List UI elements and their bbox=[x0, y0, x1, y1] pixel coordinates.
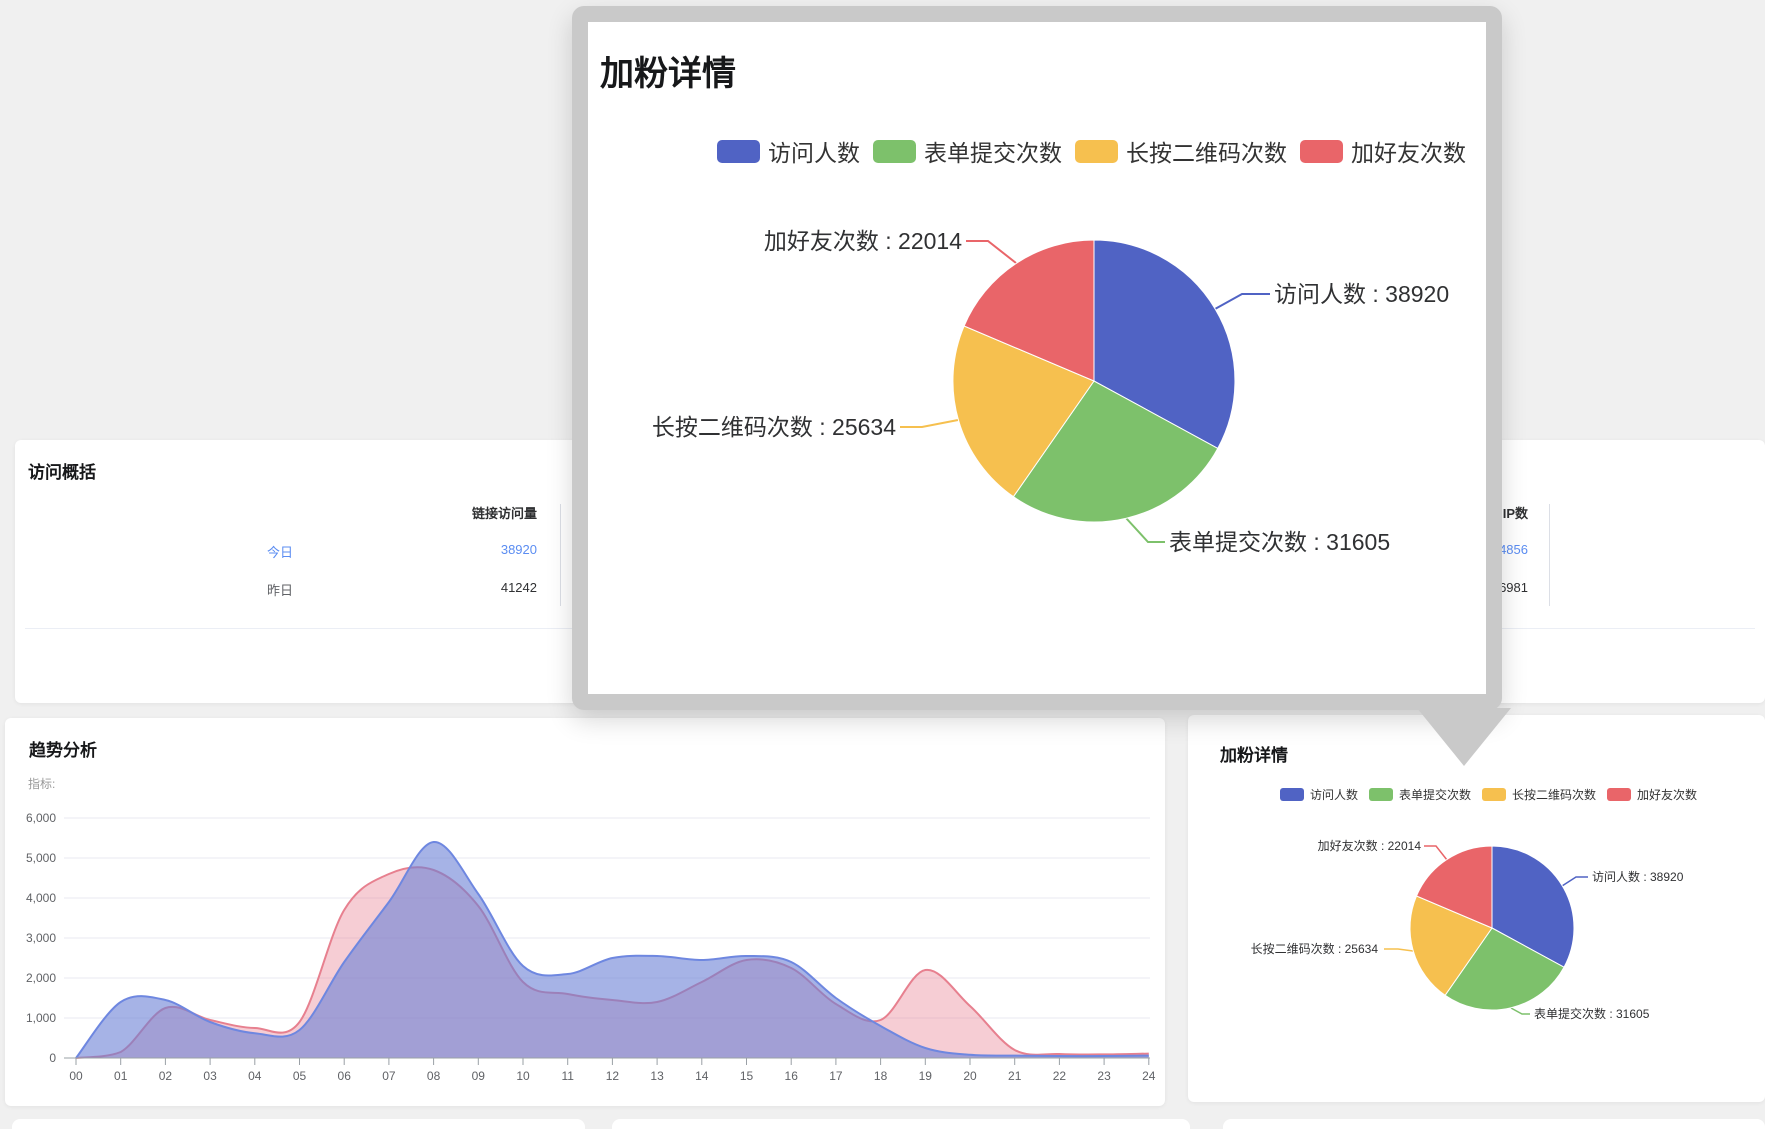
column-divider bbox=[1549, 504, 1550, 606]
y-tick-label: 5,000 bbox=[26, 851, 56, 865]
x-tick-label: 09 bbox=[472, 1069, 486, 1083]
x-tick-label: 00 bbox=[69, 1069, 83, 1083]
next-section-card bbox=[12, 1119, 585, 1129]
pie-label-connector bbox=[1511, 1008, 1530, 1014]
column-header-link-visits: 链接访问量 bbox=[337, 503, 537, 522]
mini-pie-chart bbox=[1188, 715, 1765, 1102]
x-tick-label: 01 bbox=[114, 1069, 128, 1083]
pie-label-qr-longpress: 长按二维码次数 : 25634 bbox=[1251, 941, 1378, 957]
x-tick-label: 22 bbox=[1053, 1069, 1067, 1083]
fan-details-card: 加粉详情 访问人数表单提交次数长按二维码次数加好友次数 加好友次数 : 2201… bbox=[1188, 715, 1765, 1102]
pie-label-visitors: 访问人数 : 38920 bbox=[1592, 869, 1683, 885]
next-section-card bbox=[1223, 1119, 1765, 1129]
x-tick-label: 12 bbox=[606, 1069, 620, 1083]
pie-label-connector bbox=[1384, 949, 1413, 951]
x-tick-label: 11 bbox=[561, 1069, 574, 1083]
x-tick-label: 23 bbox=[1097, 1069, 1111, 1083]
x-tick-label: 06 bbox=[338, 1069, 352, 1083]
pie-label-qr-longpress: 长按二维码次数 : 25634 bbox=[652, 413, 896, 441]
x-tick-label: 17 bbox=[829, 1069, 843, 1083]
x-tick-label: 13 bbox=[650, 1069, 664, 1083]
today-link-visits-value[interactable]: 38920 bbox=[337, 542, 537, 557]
popup-pie-chart bbox=[588, 22, 1486, 694]
x-tick-label: 04 bbox=[248, 1069, 262, 1083]
row-label-yesterday[interactable]: 昨日 bbox=[230, 580, 330, 599]
x-tick-label: 02 bbox=[159, 1069, 173, 1083]
x-tick-label: 07 bbox=[382, 1069, 396, 1083]
pie-label-connector bbox=[900, 420, 958, 427]
x-tick-label: 16 bbox=[785, 1069, 799, 1083]
visit-summary-title: 访问概括 bbox=[28, 458, 96, 483]
trend-area-chart: 00 01 02 03 04 05 06 07 08 09 10 11 12 13 14 15 16 17 18 19… bbox=[0, 718, 1165, 1108]
pie-label-form-submits: 表单提交次数 : 31605 bbox=[1169, 528, 1390, 556]
y-tick-label: 0 bbox=[49, 1051, 56, 1065]
y-tick-label: 2,000 bbox=[26, 971, 56, 985]
y-tick-label: 4,000 bbox=[26, 891, 56, 905]
y-tick-label: 1,000 bbox=[26, 1011, 56, 1025]
pie-label-visitors: 访问人数 : 38920 bbox=[1274, 280, 1449, 308]
yesterday-link-visits-value: 41242 bbox=[337, 580, 537, 595]
x-tick-label: 15 bbox=[740, 1069, 754, 1083]
pie-label-friend-adds: 加好友次数 : 22014 bbox=[764, 227, 962, 255]
pie-label-connector bbox=[1562, 877, 1588, 886]
x-tick-label: 08 bbox=[427, 1069, 441, 1083]
pie-label-connector bbox=[966, 241, 1016, 263]
x-tick-label: 10 bbox=[516, 1069, 530, 1083]
pie-label-connector bbox=[1215, 294, 1270, 309]
dashboard-page: 访问概括 链接访问量 IP数 今日 昨日 38920 41242 34856 3… bbox=[0, 0, 1765, 1129]
x-tick-label: 20 bbox=[963, 1069, 977, 1083]
pie-label-form-submits: 表单提交次数 : 31605 bbox=[1534, 1006, 1649, 1022]
x-tick-label: 24 bbox=[1142, 1069, 1156, 1083]
x-tick-label: 18 bbox=[874, 1069, 888, 1083]
y-tick-label: 6,000 bbox=[26, 811, 56, 825]
pie-label-connector bbox=[1126, 518, 1165, 542]
x-tick-label: 03 bbox=[203, 1069, 217, 1083]
row-label-today[interactable]: 今日 bbox=[230, 542, 330, 561]
pie-label-connector bbox=[1424, 846, 1447, 860]
x-tick-label: 19 bbox=[919, 1069, 933, 1083]
fan-details-zoom-popup: 加粉详情 访问人数表单提交次数长按二维码次数加好友次数 加好友次数 : 2201… bbox=[572, 6, 1502, 710]
popup-pointer-arrow bbox=[1417, 708, 1511, 766]
x-tick-label: 14 bbox=[695, 1069, 709, 1083]
next-section-card bbox=[612, 1119, 1190, 1129]
column-divider bbox=[560, 504, 561, 606]
x-tick-label: 05 bbox=[293, 1069, 307, 1083]
pie-label-friend-adds: 加好友次数 : 22014 bbox=[1318, 838, 1421, 854]
y-tick-label: 3,000 bbox=[26, 931, 56, 945]
x-tick-label: 21 bbox=[1008, 1069, 1022, 1083]
